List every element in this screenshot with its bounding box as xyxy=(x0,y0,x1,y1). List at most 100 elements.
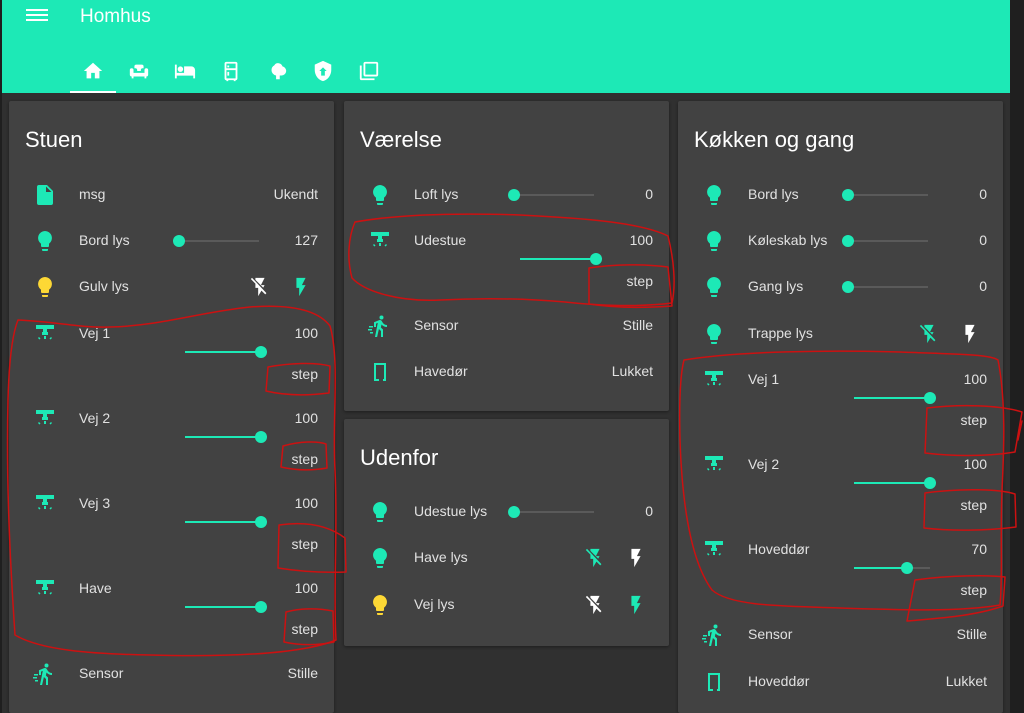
bed-icon xyxy=(174,64,196,79)
entity-name: Vej lys xyxy=(414,596,455,612)
row-bord-lys: Bord lys 0 xyxy=(678,175,1003,215)
step-button[interactable]: step xyxy=(292,366,318,382)
door-icon xyxy=(702,670,726,694)
lightbulb-icon[interactable] xyxy=(368,183,392,207)
brightness-slider[interactable] xyxy=(185,430,267,444)
flash-off-icon xyxy=(918,323,940,345)
brightness-value: 0 xyxy=(979,278,987,294)
entity-name: Gulv lys xyxy=(79,278,129,294)
lightbulb-icon[interactable] xyxy=(702,275,726,299)
entity-name: Bord lys xyxy=(79,232,130,248)
step-button[interactable]: step xyxy=(961,497,987,513)
lightbulb-icon[interactable] xyxy=(368,500,392,524)
flash-icon xyxy=(290,276,312,298)
lightbulb-icon[interactable] xyxy=(702,183,726,207)
step-button[interactable]: step xyxy=(961,412,987,428)
brightness-slider[interactable] xyxy=(508,505,594,519)
flash-off-icon xyxy=(249,276,271,298)
brightness-value: 100 xyxy=(294,580,318,596)
turn-on-button[interactable] xyxy=(625,547,647,569)
tab-all[interactable] xyxy=(346,50,392,93)
brightness-slider[interactable] xyxy=(854,476,936,490)
row-bord-lys: Bord lys 127 xyxy=(9,221,334,261)
tab-home[interactable] xyxy=(70,50,116,93)
row-udestue-lys: Udestue lys 0 xyxy=(344,492,669,532)
ceiling-light-icon[interactable] xyxy=(702,538,726,562)
ceiling-light-icon[interactable] xyxy=(33,577,57,601)
turn-on-button[interactable] xyxy=(625,594,647,616)
ceiling-light-icon[interactable] xyxy=(33,492,57,516)
row-have-lys: Have lys xyxy=(344,538,669,578)
entity-name: Vej 2 xyxy=(748,456,780,472)
card-title: Køkken og gang xyxy=(694,127,855,152)
turn-off-button[interactable] xyxy=(584,547,606,569)
card-kokken-og-gang: Køkken og gang Bord lys 0 Køleskab lys 0… xyxy=(678,101,1003,713)
turn-on-button[interactable] xyxy=(290,276,312,298)
motion-sensor-icon xyxy=(33,662,57,686)
tab-kokken[interactable] xyxy=(208,50,254,93)
step-button[interactable]: step xyxy=(961,582,987,598)
ceiling-light-icon[interactable] xyxy=(33,322,57,346)
ceiling-light-icon[interactable] xyxy=(702,368,726,392)
brightness-slider[interactable] xyxy=(842,280,928,294)
entity-name: Gang lys xyxy=(748,278,804,294)
row-udestue: Udestue 100 step xyxy=(344,221,669,301)
brightness-slider[interactable] xyxy=(842,234,928,248)
brightness-value: 0 xyxy=(979,232,987,248)
tree-icon xyxy=(271,63,287,80)
brightness-slider[interactable] xyxy=(854,391,936,405)
row-vej-2: Vej 2 100 step xyxy=(9,399,334,479)
entity-state: Stille xyxy=(956,626,987,642)
step-button[interactable]: step xyxy=(627,273,653,289)
entity-name: Have lys xyxy=(414,549,468,565)
row-sensor: Sensor Stille xyxy=(9,654,334,694)
row-trappe-lys: Trappe lys xyxy=(678,314,1003,354)
tab-vaerelse[interactable] xyxy=(162,50,208,93)
entity-name: Hoveddør xyxy=(748,673,810,689)
entity-name: Vej 1 xyxy=(79,325,111,341)
step-button[interactable]: step xyxy=(292,621,318,637)
ceiling-light-icon[interactable] xyxy=(33,407,57,431)
brightness-slider[interactable] xyxy=(854,561,930,575)
row-sensor: Sensor Stille xyxy=(344,306,669,346)
card-title: Udenfor xyxy=(360,445,439,470)
turn-off-button[interactable] xyxy=(918,323,940,345)
brightness-slider[interactable] xyxy=(520,252,602,266)
brightness-slider[interactable] xyxy=(842,188,928,202)
brightness-slider[interactable] xyxy=(185,515,267,529)
turn-off-button[interactable] xyxy=(584,594,606,616)
row-hoveddor-door: Hoveddør Lukket xyxy=(678,662,1003,702)
step-button[interactable]: step xyxy=(292,536,318,552)
lightbulb-icon[interactable] xyxy=(33,229,57,253)
tab-security[interactable] xyxy=(300,50,346,93)
brightness-slider[interactable] xyxy=(185,345,267,359)
lightbulb-icon[interactable] xyxy=(702,322,726,346)
lightbulb-icon[interactable] xyxy=(702,229,726,253)
brightness-value: 100 xyxy=(294,325,318,341)
tab-stuen[interactable] xyxy=(116,50,162,93)
ceiling-light-icon[interactable] xyxy=(702,453,726,477)
home-icon xyxy=(83,62,103,79)
turn-off-button[interactable] xyxy=(249,276,271,298)
sofa-icon xyxy=(129,64,149,79)
turn-on-button[interactable] xyxy=(959,323,981,345)
ceiling-light-icon[interactable] xyxy=(368,229,392,253)
brightness-slider[interactable] xyxy=(173,234,259,248)
lightbulb-icon[interactable] xyxy=(368,546,392,570)
menu-icon[interactable] xyxy=(26,6,48,26)
entity-state: Stille xyxy=(622,317,653,333)
brightness-value: 100 xyxy=(294,495,318,511)
brightness-value: 127 xyxy=(294,232,318,248)
brightness-slider[interactable] xyxy=(508,188,594,202)
entity-name: Havedør xyxy=(414,363,468,379)
row-vej-3: Vej 3 100 step xyxy=(9,484,334,564)
lightbulb-on-icon[interactable] xyxy=(33,275,57,299)
tab-udenfor[interactable] xyxy=(254,50,300,93)
annotation-kokken-margin-mark xyxy=(1017,420,1023,441)
brightness-slider[interactable] xyxy=(185,600,267,614)
lightbulb-on-icon[interactable] xyxy=(368,593,392,617)
row-have: Have 100 step xyxy=(9,569,334,649)
card-vaerelse: Værelse Loft lys 0 Udestue 100 step Sens… xyxy=(344,101,669,411)
entity-state: Lukket xyxy=(611,363,653,379)
step-button[interactable]: step xyxy=(292,451,318,467)
